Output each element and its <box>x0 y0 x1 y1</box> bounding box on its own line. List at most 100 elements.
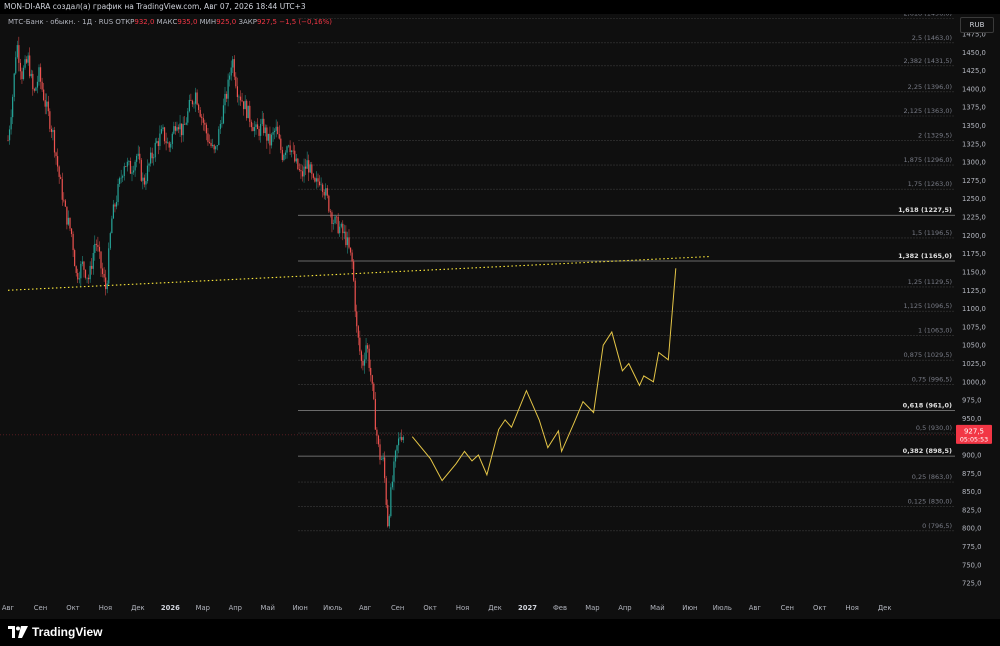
candle-body-69 <box>114 204 116 207</box>
candle-body-197 <box>312 173 314 178</box>
candle-body-22 <box>41 81 43 90</box>
candle-body-251 <box>396 445 398 451</box>
candle-body-250 <box>394 450 397 462</box>
candle-body-196 <box>311 164 313 174</box>
candle-body-33 <box>58 166 60 177</box>
candle-body-8 <box>19 62 21 72</box>
candle-body-121 <box>194 92 197 104</box>
candle-body-3 <box>12 96 14 118</box>
candle-body-201 <box>318 181 321 186</box>
candle-body-12 <box>26 59 28 63</box>
candle-body-233 <box>368 348 370 368</box>
candle-body-195 <box>309 164 311 173</box>
x-tick-25: Окт <box>813 604 826 612</box>
candle-body-132 <box>212 144 214 146</box>
candle-body-119 <box>191 100 194 105</box>
y-tick-0: 725,0 <box>962 580 981 588</box>
candle-body-104 <box>168 142 170 148</box>
x-tick-21: Июн <box>682 604 697 612</box>
candle-body-1 <box>8 129 11 141</box>
candle-body-147 <box>235 76 237 87</box>
candle-body-2 <box>10 117 12 130</box>
x-tick-16: 2027 <box>518 604 537 612</box>
candle-body-167 <box>266 127 268 141</box>
candle-body-116 <box>187 111 189 123</box>
candle-body-228 <box>360 351 362 361</box>
x-tick-18: Мар <box>585 604 599 612</box>
candle-body-183 <box>291 150 293 153</box>
candle-body-215 <box>340 223 342 227</box>
fib-label-6: 1,875 (1296,0) <box>904 156 953 164</box>
candle-body-144 <box>230 67 232 76</box>
legend-symbol: МТС-Банк · обыкн. · 1Д · RUS <box>8 18 114 26</box>
candle-body-229 <box>362 360 364 366</box>
candle-body-230 <box>363 359 366 366</box>
candle-body-5 <box>15 57 17 74</box>
fib-label-7: 1,75 (1263,0) <box>908 180 952 188</box>
candle-body-194 <box>308 160 310 173</box>
candle-body-252 <box>398 438 400 446</box>
candle-body-14 <box>29 55 31 77</box>
symbol-legend[interactable]: МТС-Банк · обыкн. · 1Д · RUS ОТКР932,0 М… <box>8 18 332 26</box>
candle-body-92 <box>150 152 152 164</box>
y-tick-3: 800,0 <box>962 525 981 533</box>
candle-body-18 <box>35 87 37 91</box>
y-tick-17: 1150,0 <box>962 268 986 276</box>
fib-label-5: 2 (1329,5) <box>918 132 952 140</box>
fib-label-3: 2,25 (1396,0) <box>908 83 952 91</box>
candle-body-139 <box>222 105 225 124</box>
candle-body-232 <box>367 345 369 349</box>
x-tick-6: Мар <box>196 604 210 612</box>
candle-body-211 <box>334 216 336 224</box>
y-tick-10: 975,0 <box>962 397 981 405</box>
candle-body-65 <box>108 248 110 284</box>
candle-body-120 <box>193 103 195 105</box>
price-tag-value: 927,5 <box>964 427 984 435</box>
candle-body-142 <box>227 79 229 99</box>
candle-body-151 <box>241 100 243 102</box>
candle-body-89 <box>145 181 147 185</box>
y-tick-2: 775,0 <box>962 543 981 551</box>
fib-label-9: 1,5 (1196,5) <box>912 229 952 237</box>
candle-body-222 <box>351 252 353 262</box>
currency-button[interactable]: RUB <box>960 17 994 33</box>
candle-body-56 <box>94 243 96 253</box>
candle-body-63 <box>105 277 107 290</box>
candle-body-168 <box>267 133 269 141</box>
candle-body-243 <box>384 457 386 479</box>
candle-body-43 <box>74 250 76 267</box>
candle-body-253 <box>399 437 401 439</box>
y-tick-29: 1450,0 <box>962 49 986 57</box>
candle-body-32 <box>57 156 59 167</box>
fib-label-2: 2,382 (1431,5) <box>904 57 953 65</box>
y-tick-18: 1175,0 <box>962 250 986 258</box>
candle-body-55 <box>92 252 94 269</box>
candle-body-224 <box>354 280 356 312</box>
candle-body-160 <box>255 124 257 128</box>
candle-body-192 <box>305 166 307 169</box>
candle-body-162 <box>258 129 260 136</box>
candle-body-161 <box>256 124 259 130</box>
tradingview-logo[interactable]: TradingView <box>8 623 102 641</box>
candle-body-255 <box>402 437 404 441</box>
x-tick-15: Дек <box>488 604 502 612</box>
candle-body-236 <box>373 383 375 399</box>
candle-body-74 <box>122 176 124 178</box>
legend-close-value: 927,5 <box>256 18 277 26</box>
header-text: MON-DI-ARA создал(а) график на TradingVi… <box>4 2 306 11</box>
candle-body-107 <box>173 126 175 134</box>
candle-body-34 <box>60 176 62 179</box>
candle-body-235 <box>371 375 373 384</box>
projection-layer <box>411 268 677 482</box>
candle-body-111 <box>179 123 181 130</box>
candle-body-154 <box>246 100 248 119</box>
candle-body-100 <box>162 127 164 130</box>
candle-body-105 <box>170 143 172 148</box>
candle-body-114 <box>184 124 186 125</box>
candle-body-240 <box>379 444 381 460</box>
chart-area[interactable]: 2,618 (1496,0) 2,5 (1463,0) 2,382 (1431,5)… <box>0 14 1000 619</box>
legend-low-value: 925,0 <box>216 18 237 26</box>
chart-svg[interactable]: 2,618 (1496,0) 2,5 (1463,0) 2,382 (1431,5)… <box>0 14 1000 619</box>
y-tick-11: 1000,0 <box>962 378 986 386</box>
x-tick-19: Апр <box>618 604 631 612</box>
